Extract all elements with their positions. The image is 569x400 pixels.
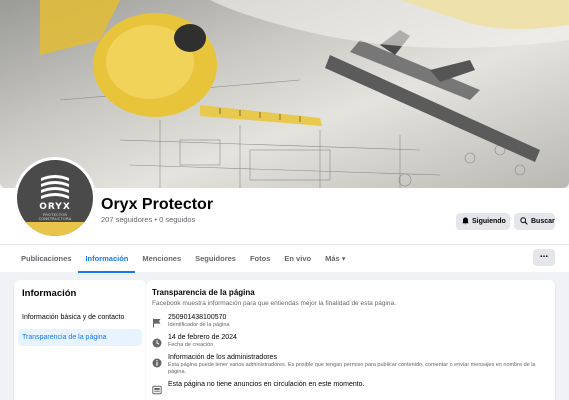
sidebar-item-transparency[interactable]: Transparencia de la página [18,329,142,346]
logo-subtitle: PROTECTOR CONSTRUCTORA [38,213,72,221]
admin-info-description: Esta página puede tener varios administr… [168,362,536,375]
logo: ORYX PROTECTOR CONSTRUCTORA [17,160,93,236]
clock-icon [152,335,162,348]
panel-description: Facebook muestra información para que en… [152,300,396,307]
page-title: Oryx Protector [101,196,214,213]
cover-photo-illustration [40,0,569,188]
cover-photo[interactable] [0,0,569,188]
admin-info-row: Información de los administradores Esta … [152,354,549,376]
page-id-label: Identificador de la página [168,322,230,328]
panel-title: Transparencia de la página [152,288,255,297]
tab-en-vivo[interactable]: En vivo [277,245,318,273]
bell-icon [462,217,469,227]
tab-seguidores[interactable]: Seguidores [188,245,243,273]
more-options-button[interactable]: ... [533,249,555,266]
search-button-label: Buscar [531,218,555,225]
page-tabs: Publicaciones Información Menciones Segu… [0,244,569,273]
info-icon [152,355,162,368]
search-button[interactable]: Buscar [514,213,555,230]
tab-publicaciones[interactable]: Publicaciones [14,245,78,273]
creation-date-value: 14 de febrero de 2024 [168,334,237,341]
following-button[interactable]: Siguiendo [456,213,510,230]
flag-icon [152,315,162,328]
sidebar-title: Información [22,288,77,299]
tab-informacion[interactable]: Información [78,245,136,273]
logo-mark: ORYX PROTECTOR CONSTRUCTORA [31,172,79,221]
tab-mas[interactable]: Más ▾ [318,245,352,273]
ads-status: Esta página no tiene anuncios en circula… [168,381,365,388]
admin-info-title[interactable]: Información de los administradores [168,354,549,361]
ad-icon [152,382,162,395]
creation-date-label: Fecha de creación [168,342,214,348]
about-sidebar: Información Información básica y de cont… [14,280,146,400]
page-id-row: 250901438100570 Identificador de la pági… [152,314,549,329]
tab-menciones[interactable]: Menciones [135,245,188,273]
tab-fotos[interactable]: Fotos [243,245,277,273]
sidebar-item-basic-info[interactable]: Información básica y de contacto [18,309,142,326]
following-button-label: Siguiendo [472,218,506,225]
transparency-panel: Transparencia de la página Facebook mues… [146,280,555,400]
page-id-value: 250901438100570 [168,314,227,321]
ads-row: Esta página no tiene anuncios en circula… [152,381,549,395]
follower-stats: 207 seguidores • 0 seguidos [101,215,196,224]
page-avatar[interactable]: ORYX PROTECTOR CONSTRUCTORA [14,157,96,239]
logo-name: ORYX [39,202,71,212]
avatar-accent-strip [17,222,93,236]
search-icon [520,216,528,227]
creation-date-row: 14 de febrero de 2024 Fecha de creación [152,334,549,349]
